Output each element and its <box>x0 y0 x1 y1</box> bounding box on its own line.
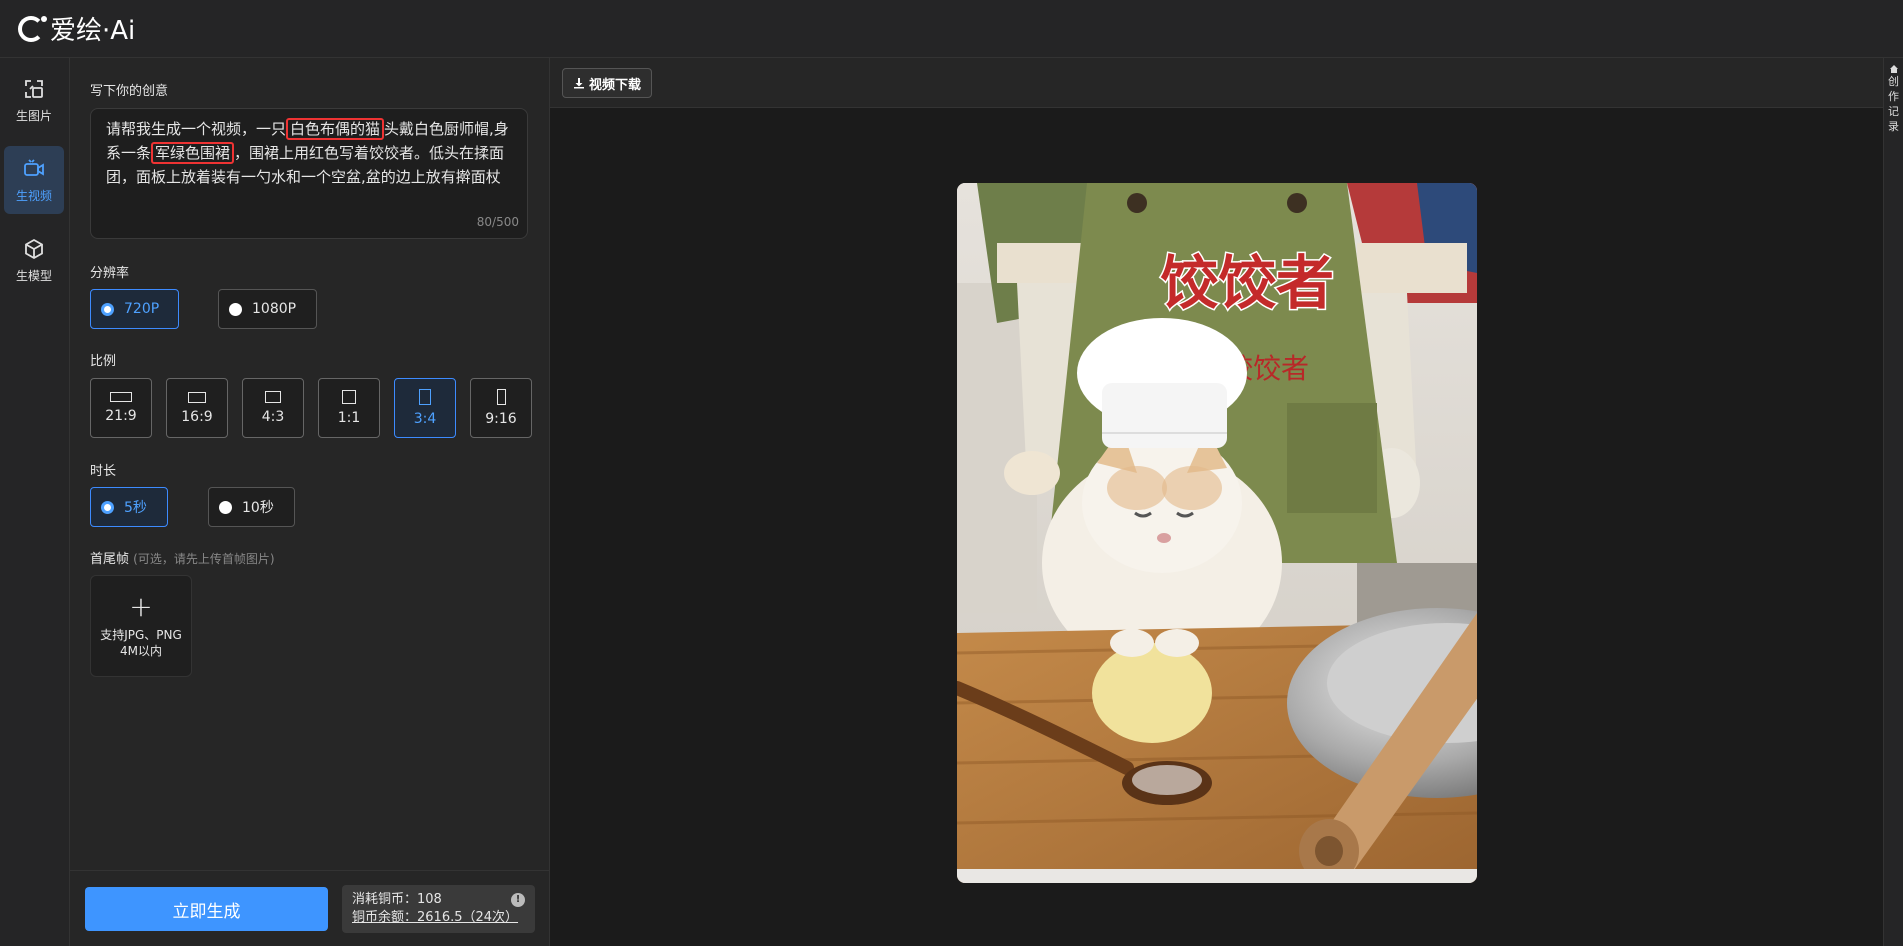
ratio-4-3-icon <box>265 391 281 403</box>
prompt-label: 写下你的创意 <box>90 84 169 99</box>
radio-icon <box>219 500 232 514</box>
history-label-char: 作 <box>1888 90 1899 103</box>
nav-item-video[interactable]: 生视频 <box>4 146 64 214</box>
nav-item-image[interactable]: 生图片 <box>4 66 64 134</box>
radio-selected-icon <box>101 302 114 316</box>
history-label-char: 记 <box>1888 105 1899 118</box>
option-label: 5秒 <box>124 500 147 516</box>
ratio-1-1-icon <box>342 390 356 404</box>
cost-info: 消耗铜币：108 铜币余额：2616.5（24次） ! <box>342 885 535 933</box>
home-icon <box>1889 65 1898 73</box>
video-generate-icon <box>24 158 44 176</box>
download-icon <box>574 78 584 89</box>
resolution-720p[interactable]: 720P <box>90 289 179 329</box>
radio-icon <box>229 302 242 316</box>
nav-label: 生图片 <box>15 108 52 123</box>
generate-button[interactable]: 立即生成 <box>85 887 328 931</box>
video-download-button[interactable]: 视频下载 <box>562 68 653 98</box>
ratio-9-16-icon <box>496 389 506 405</box>
cost-balance[interactable]: 铜币余额：2616.5（24次） <box>352 909 525 927</box>
history-label-char: 录 <box>1888 120 1899 133</box>
ratio-4-3[interactable]: 4:3 <box>242 378 304 438</box>
char-counter: 80/500 <box>476 215 519 229</box>
option-label: 720P <box>124 301 160 317</box>
ratio-3-4[interactable]: 3:4 <box>394 378 456 438</box>
image-generate-icon <box>25 79 43 98</box>
ratio-9-16[interactable]: 9:16 <box>470 378 532 438</box>
frames-label: 首尾帧 (可选，请先上传首帧图片) <box>90 548 275 567</box>
duration-10s[interactable]: 10秒 <box>208 487 295 527</box>
apron-title-text: 饺饺者 <box>1160 249 1334 317</box>
duration-label: 时长 <box>90 464 117 479</box>
cost-consume: 消耗铜币：108 <box>352 892 442 907</box>
radio-selected-icon <box>101 500 114 514</box>
option-label: 1080P <box>252 301 297 317</box>
ratio-label: 比例 <box>90 354 117 369</box>
option-label: 21:9 <box>105 408 137 424</box>
nav-item-model[interactable]: 生模型 <box>4 226 64 294</box>
prompt-highlight-2: 军绿色围裙 <box>151 142 235 164</box>
creation-history-tab[interactable]: 创 作 记 录 <box>1883 58 1903 946</box>
frame-upload-button[interactable]: + 支持JPG、PNG 4M以内 <box>90 575 192 677</box>
settings-panel: 写下你的创意 请帮我生成一个视频，一只 白色布偶的猫 头戴白色厨师帽,身系一条 军绿色… <box>70 58 550 870</box>
left-nav: 生图片 生视频 生模型 <box>0 58 70 946</box>
frames-hint: (可选，请先上传首帧图片) <box>133 552 275 566</box>
ratio-21-9[interactable]: 21:9 <box>90 378 152 438</box>
cube-model-icon <box>25 238 43 259</box>
top-bar: 爱绘·Ai <box>0 0 1903 58</box>
prompt-highlight-1: 白色布偶的猫 <box>286 118 385 140</box>
logo-mark-icon <box>18 15 47 42</box>
brand-name: 爱绘·Ai <box>50 16 136 46</box>
preview-toolbar: 视频下载 <box>550 58 1883 108</box>
resolution-1080p[interactable]: 1080P <box>218 289 317 329</box>
frames-title: 首尾帧 <box>90 552 130 567</box>
generate-bar: 立即生成 消耗铜币：108 铜币余额：2616.5（24次） ! <box>70 870 550 946</box>
brand-logo[interactable]: 爱绘·Ai <box>18 10 135 47</box>
download-label: 视频下载 <box>589 76 642 92</box>
resolution-label: 分辨率 <box>90 266 130 281</box>
upload-hint: 支持JPG、PNG 4M以内 <box>100 628 182 658</box>
ratio-3-4-icon <box>419 389 431 405</box>
video-preview[interactable]: 饺饺者 饺饺者 <box>957 183 1477 883</box>
nav-label: 生视频 <box>15 188 52 203</box>
prompt-text: 请帮我生成一个视频，一只 <box>106 120 287 138</box>
option-label: 4:3 <box>261 409 285 425</box>
option-label: 10秒 <box>242 500 274 516</box>
plus-icon: + <box>129 590 153 623</box>
duration-5s[interactable]: 5秒 <box>90 487 168 527</box>
ratio-16-9-icon <box>188 391 206 403</box>
option-label: 3:4 <box>413 411 437 427</box>
video-frame-image: 饺饺者 饺饺者 <box>957 183 1477 883</box>
option-label: 16:9 <box>181 408 213 425</box>
history-label-char: 创 <box>1888 75 1899 88</box>
option-label: 9:16 <box>485 411 517 427</box>
nav-label: 生模型 <box>15 268 52 283</box>
ratio-16-9[interactable]: 16:9 <box>166 378 228 438</box>
prompt-textarea[interactable]: 请帮我生成一个视频，一只 白色布偶的猫 头戴白色厨师帽,身系一条 军绿色围裙 ，围裙上用… <box>90 108 528 239</box>
ratio-21-9-icon <box>110 392 132 402</box>
option-label: 1:1 <box>337 410 361 426</box>
info-icon[interactable]: ! <box>511 893 525 907</box>
ratio-1-1[interactable]: 1:1 <box>318 378 380 438</box>
